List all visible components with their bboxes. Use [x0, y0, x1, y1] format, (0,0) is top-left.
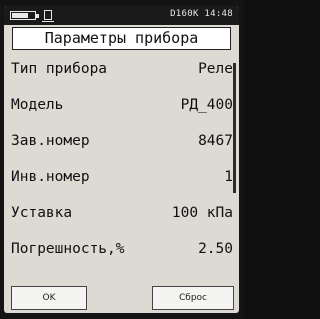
- param-value: 2.50: [198, 241, 233, 257]
- device-frame: D160K 14:48 Параметры прибора Тип прибор…: [0, 0, 244, 319]
- page-title: Параметры прибора: [12, 27, 231, 50]
- device-model-time: D160K 14:48: [170, 9, 233, 19]
- param-label: Модель: [11, 97, 64, 113]
- param-row-model[interactable]: Модель РД_400: [4, 88, 239, 124]
- param-label: Уставка: [11, 205, 73, 221]
- ok-button[interactable]: OK: [11, 286, 87, 310]
- param-value: 8467: [198, 133, 233, 149]
- reset-button[interactable]: Сброс: [152, 286, 234, 310]
- device-screen: D160K 14:48 Параметры прибора Тип прибор…: [4, 6, 239, 313]
- param-row-error[interactable]: Погрешность,% 2.50: [4, 232, 239, 268]
- sd-card-icon: [42, 10, 54, 22]
- param-row-device-type[interactable]: Тип прибора Реле: [4, 52, 239, 88]
- param-label: Тип прибора: [11, 61, 108, 77]
- param-value: 1: [224, 169, 233, 185]
- param-value: РД_400: [180, 97, 233, 113]
- status-bar: D160K 14:48: [4, 6, 239, 25]
- battery-terminal: [36, 14, 39, 18]
- param-value: 100 кПа: [171, 205, 233, 221]
- param-row-setpoint[interactable]: Уставка 100 кПа: [4, 196, 239, 232]
- param-value: Реле: [198, 61, 233, 77]
- param-label: Погрешность,%: [11, 241, 125, 257]
- param-label: Инв.номер: [11, 169, 90, 185]
- battery-level: [12, 13, 28, 18]
- battery-icon: [10, 11, 39, 20]
- param-row-serial-number[interactable]: Зав.номер 8467: [4, 124, 239, 160]
- param-label: Зав.номер: [11, 133, 90, 149]
- scrollbar[interactable]: [233, 63, 236, 193]
- parameter-list: Тип прибора Реле Модель РД_400 Зав.номер…: [4, 52, 239, 268]
- param-row-inventory-number[interactable]: Инв.номер 1: [4, 160, 239, 196]
